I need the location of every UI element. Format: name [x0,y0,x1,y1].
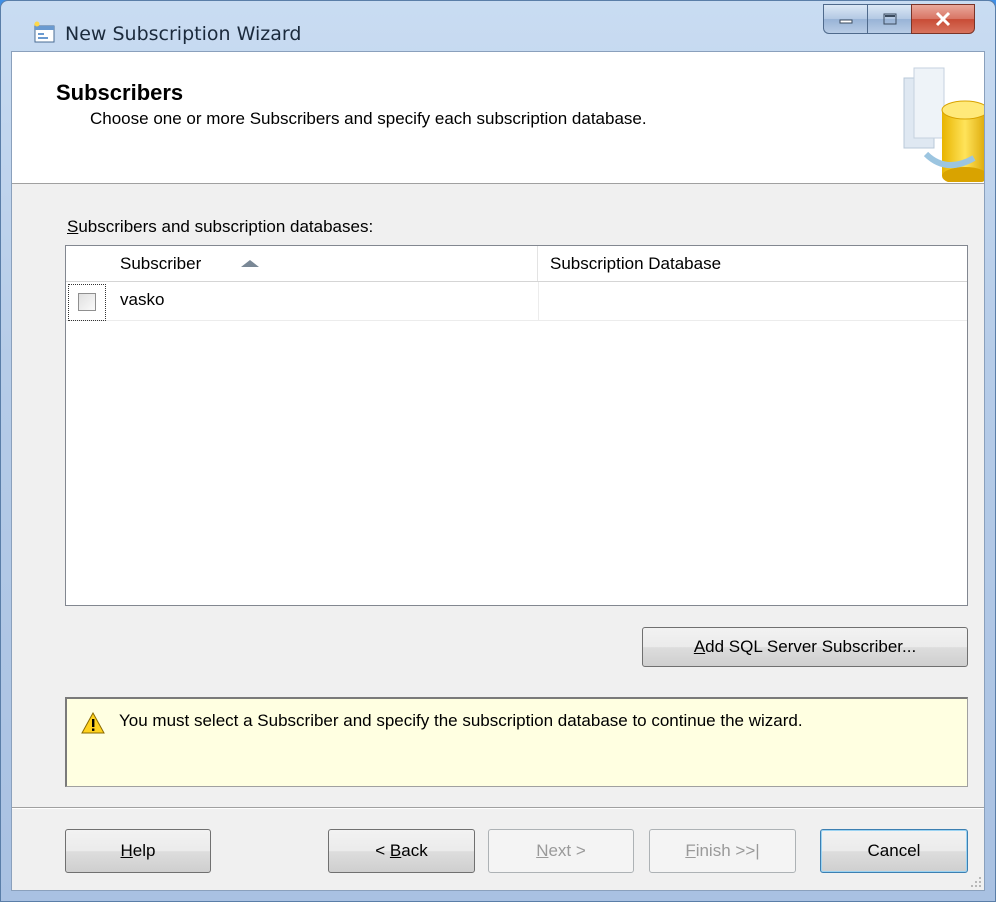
cancel-button[interactable]: Cancel [820,829,968,873]
back-label: ack [401,841,428,860]
window-title: New Subscription Wizard [65,23,302,45]
column-header-subscription-database[interactable]: Subscription Database [538,246,967,281]
window-controls [823,4,975,34]
finish-mnemonic: F [685,841,696,860]
sort-ascending-icon [241,260,259,267]
next-label: ext > [548,841,586,860]
resize-grip-icon[interactable] [968,874,982,888]
close-icon [935,11,951,27]
next-button[interactable]: Next > [488,829,634,873]
minimize-icon [839,19,852,24]
wizard-client-area: Subscribers Choose one or more Subscribe… [11,51,985,891]
add-button-label: dd SQL Server Subscriber... [705,637,917,656]
subscribers-listview[interactable]: Subscriber Subscription Database vasko [65,245,968,606]
table-row[interactable]: vasko [66,282,967,321]
column-subscriber-label: Subscriber [120,254,202,273]
column-header-subscriber[interactable]: Subscriber [66,246,538,281]
back-mnemonic: B [389,841,402,860]
title-bar[interactable]: New Subscription Wizard [1,1,995,51]
list-label-text: ubscribers and subscription databases: [78,217,374,236]
column-database-label: Subscription Database [550,254,722,273]
validation-message-box: You must select a Subscriber and specify… [65,697,968,787]
maximize-button[interactable] [867,4,911,34]
database-banner-icon [903,67,984,182]
list-label-mnemonic: S [67,217,79,236]
column-separator [538,282,539,320]
finish-button[interactable]: Finish >>| [649,829,796,873]
subscriber-cell: vasko [120,290,165,309]
help-label: elp [132,841,156,860]
page-description: Choose one or more Subscribers and speci… [90,109,647,128]
cancel-label: Cancel [867,841,921,860]
warning-icon [81,712,105,734]
next-mnemonic: N [536,841,549,860]
validation-message: You must select a Subscriber and specify… [119,711,803,730]
help-mnemonic: H [120,841,133,860]
maximize-icon [883,13,896,25]
wizard-header: Subscribers Choose one or more Subscribe… [12,52,984,184]
back-prefix: < [375,841,390,860]
add-button-mnemonic: A [693,637,706,656]
listview-header: Subscriber Subscription Database [66,246,967,282]
minimize-button[interactable] [823,4,867,34]
subscribers-list-label: Subscribers and subscription databases: [67,217,373,237]
wizard-app-icon [34,21,55,43]
footer-divider [12,807,984,809]
help-button[interactable]: Help [65,829,211,873]
wizard-window: New Subscription Wizard Subscribers Choo… [0,0,996,902]
subscriber-checkbox[interactable] [78,293,96,311]
close-button[interactable] [911,4,975,34]
page-title: Subscribers [56,80,184,105]
back-button[interactable]: < Back [328,829,475,873]
add-sql-server-subscriber-button[interactable]: Add SQL Server Subscriber... [642,627,968,667]
finish-label: inish >>| [695,841,760,860]
